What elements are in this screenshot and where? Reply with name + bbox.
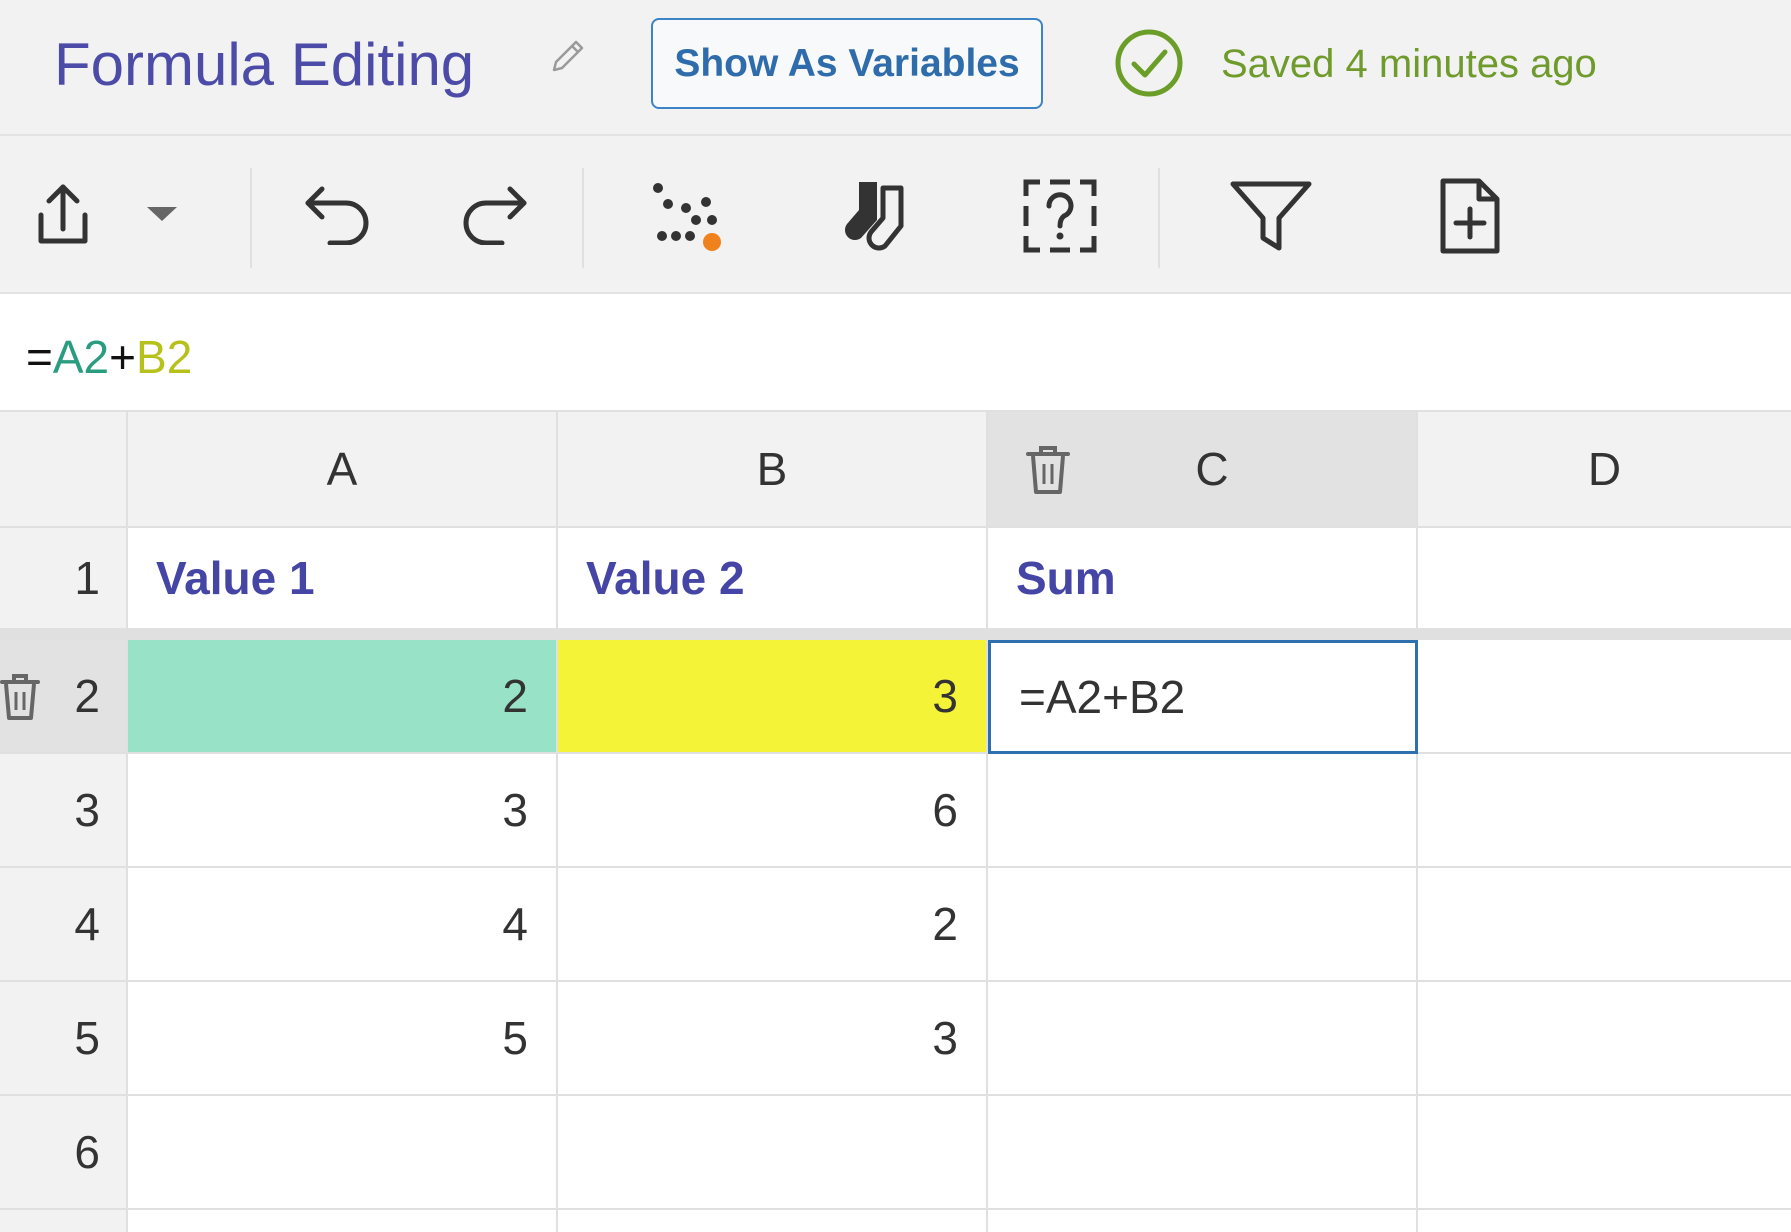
- cell-a6[interactable]: [128, 1096, 558, 1210]
- cell-d2[interactable]: [1418, 640, 1791, 754]
- socks-icon[interactable]: [836, 174, 920, 258]
- row-header-4[interactable]: 4: [0, 868, 128, 982]
- column-header-c[interactable]: C: [988, 412, 1418, 528]
- cell-b5[interactable]: 3: [558, 982, 988, 1096]
- cell-c1[interactable]: Sum: [988, 528, 1418, 630]
- toolbar-separator: [582, 168, 584, 268]
- cell-d4[interactable]: [1418, 868, 1791, 982]
- cell-d1[interactable]: [1418, 528, 1791, 630]
- header-bar: Formula Editing Show As Variables Saved …: [0, 0, 1791, 136]
- toolbar-separator: [250, 168, 252, 268]
- saved-status: Saved 4 minutes ago: [1221, 42, 1597, 86]
- delete-column-trash-icon[interactable]: [1024, 444, 1072, 496]
- formula-operator: +: [109, 331, 137, 383]
- row-number: 1: [74, 552, 100, 604]
- cell-b2[interactable]: 3: [558, 640, 988, 754]
- row-header-7[interactable]: [0, 1210, 128, 1232]
- redo-icon[interactable]: [452, 176, 536, 250]
- cell-c6[interactable]: [988, 1096, 1418, 1210]
- cell-d5[interactable]: [1418, 982, 1791, 1096]
- cell-a7[interactable]: [128, 1210, 558, 1232]
- row-header-6[interactable]: 6: [0, 1096, 128, 1210]
- frozen-row-divider[interactable]: [0, 630, 1791, 640]
- cell-b1[interactable]: Value 2: [558, 528, 988, 630]
- cell-c7[interactable]: [988, 1210, 1418, 1232]
- add-file-icon[interactable]: [1430, 172, 1510, 260]
- dropdown-caret-icon[interactable]: [140, 198, 184, 230]
- row-number: 3: [74, 784, 100, 836]
- select-all-corner[interactable]: [0, 412, 128, 528]
- formula-equals: =: [26, 331, 53, 383]
- question-box-icon[interactable]: [1020, 174, 1100, 258]
- cell-c2-editing[interactable]: =A2+B2: [988, 640, 1418, 754]
- scatter-icon[interactable]: [646, 180, 726, 256]
- formula-bar[interactable]: [0, 294, 1791, 412]
- cell-a4[interactable]: 4: [128, 868, 558, 982]
- cell-b3[interactable]: 6: [558, 754, 988, 868]
- cell-a5[interactable]: 5: [128, 982, 558, 1096]
- row-number: 4: [74, 898, 100, 950]
- row-header-5[interactable]: 5: [0, 982, 128, 1096]
- cell-b6[interactable]: [558, 1096, 988, 1210]
- filter-icon[interactable]: [1224, 174, 1318, 258]
- cell-b7[interactable]: [558, 1210, 988, 1232]
- delete-row-trash-icon[interactable]: [0, 672, 40, 722]
- column-header-a[interactable]: A: [128, 412, 558, 528]
- show-as-variables-button[interactable]: Show As Variables: [651, 18, 1043, 109]
- column-header-b[interactable]: B: [558, 412, 988, 528]
- row-header-1[interactable]: 1: [0, 528, 128, 630]
- cell-b4[interactable]: 2: [558, 868, 988, 982]
- spreadsheet-grid: A B C D 1 Value 1 Value 2 Sum 2 2 3 =A2+…: [0, 412, 1791, 1232]
- cell-d6[interactable]: [1418, 1096, 1791, 1210]
- row-number: 2: [74, 670, 100, 722]
- cell-c4[interactable]: [988, 868, 1418, 982]
- toolbar: [0, 136, 1791, 294]
- column-header-c-label: C: [1195, 443, 1229, 495]
- toolbar-separator: [1158, 168, 1160, 268]
- cell-d3[interactable]: [1418, 754, 1791, 868]
- cell-d7[interactable]: [1418, 1210, 1791, 1232]
- formula-ref-b2: B2: [136, 331, 193, 383]
- row-number: 6: [74, 1126, 100, 1178]
- formula-input[interactable]: =A2+B2: [26, 330, 192, 384]
- cell-c5[interactable]: [988, 982, 1418, 1096]
- row-number: 5: [74, 1012, 100, 1064]
- undo-icon[interactable]: [296, 176, 380, 250]
- cell-a2[interactable]: 2: [128, 640, 558, 754]
- document-title[interactable]: Formula Editing: [54, 28, 474, 102]
- column-header-d[interactable]: D: [1418, 412, 1791, 528]
- check-circle-icon: [1115, 29, 1183, 97]
- cell-c3[interactable]: [988, 754, 1418, 868]
- row-header-2[interactable]: 2: [0, 640, 128, 754]
- cell-a3[interactable]: 3: [128, 754, 558, 868]
- row-header-3[interactable]: 3: [0, 754, 128, 868]
- pencil-icon[interactable]: [544, 34, 588, 78]
- export-icon[interactable]: [26, 174, 100, 254]
- cell-a1[interactable]: Value 1: [128, 528, 558, 630]
- formula-ref-a2: A2: [52, 331, 110, 383]
